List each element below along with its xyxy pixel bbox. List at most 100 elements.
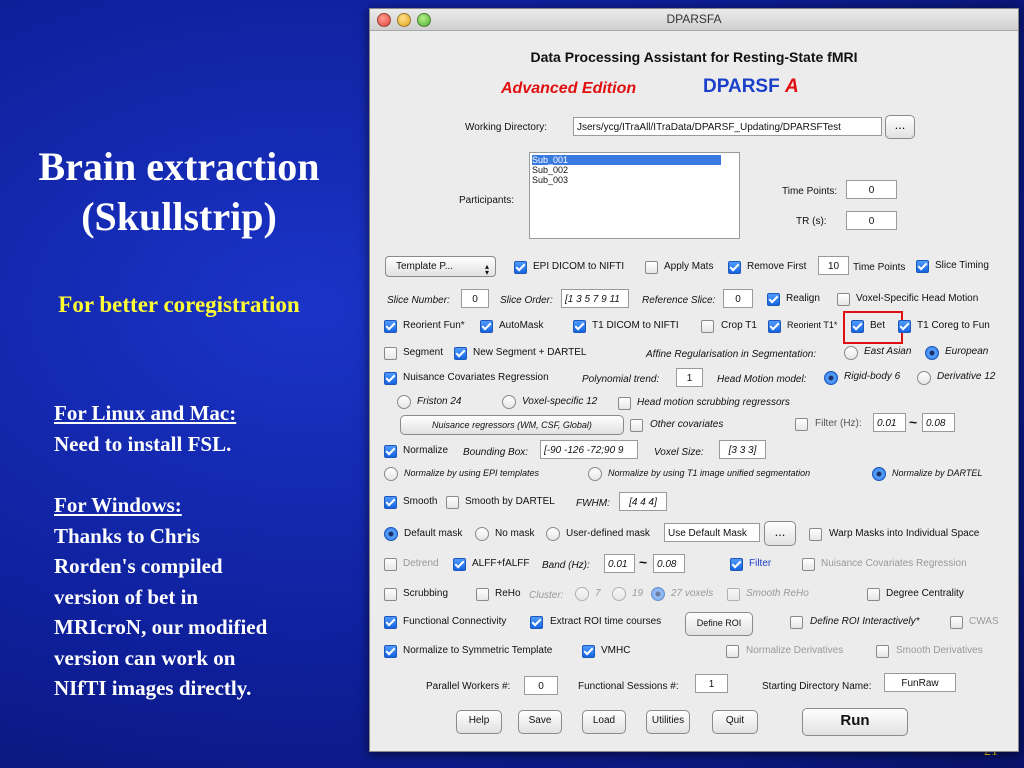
t1-dicom-checkbox[interactable] <box>573 320 586 333</box>
fwhm-field[interactable]: [4 4 4] <box>619 492 667 511</box>
extract-roi-checkbox[interactable] <box>530 616 543 629</box>
list-item[interactable]: Sub_003 <box>532 175 568 185</box>
vmhc-checkbox[interactable] <box>582 645 595 658</box>
norm-dartel-label: Normalize by DARTEL <box>892 468 983 478</box>
nuisance-regressors-button[interactable]: Nuisance regressors (WM, CSF, Global) <box>400 415 624 435</box>
slice-number-field[interactable]: 0 <box>461 289 489 308</box>
friston24-radio[interactable] <box>397 395 411 409</box>
new-segment-checkbox[interactable] <box>454 347 467 360</box>
norm-epi-label: Normalize by using EPI templates <box>404 468 540 478</box>
smooth-derivatives-checkbox[interactable] <box>876 645 889 658</box>
band-low-field[interactable]: 0.01 <box>604 554 635 573</box>
quit-button[interactable]: Quit <box>712 710 758 734</box>
smooth-reho-checkbox[interactable] <box>727 588 740 601</box>
default-mask-radio[interactable] <box>384 527 398 541</box>
functional-connectivity-checkbox[interactable] <box>384 616 397 629</box>
remove-first-label: Remove First <box>747 261 807 272</box>
other-covariates-checkbox[interactable] <box>630 419 643 432</box>
crop-t1-checkbox[interactable] <box>701 320 714 333</box>
apply-mats-checkbox[interactable] <box>645 261 658 274</box>
scrubbing-checkbox[interactable] <box>384 588 397 601</box>
segment-checkbox[interactable] <box>384 347 397 360</box>
define-roi-interactive-checkbox[interactable] <box>790 616 803 629</box>
cluster19-radio[interactable] <box>612 587 626 601</box>
filter-label: Filter (Hz): <box>815 418 862 429</box>
poly-trend-field[interactable]: 1 <box>676 368 703 387</box>
realign-checkbox[interactable] <box>767 293 780 306</box>
slice-timing-checkbox[interactable] <box>916 260 929 273</box>
run-button[interactable]: Run <box>802 708 908 736</box>
time-points-field[interactable]: 0 <box>846 180 897 199</box>
east-asian-radio[interactable] <box>844 346 858 360</box>
alff-checkbox[interactable] <box>453 558 466 571</box>
automask-label: AutoMask <box>499 320 544 331</box>
participants-list[interactable]: Sub_001 Sub_002 Sub_003 <box>529 152 740 239</box>
reorient-fun-checkbox[interactable] <box>384 320 397 333</box>
european-radio[interactable] <box>925 346 939 360</box>
warp-masks-checkbox[interactable] <box>809 528 822 541</box>
define-roi-button[interactable]: Define ROI <box>685 612 753 636</box>
functional-sessions-field[interactable]: 1 <box>695 674 728 693</box>
tr-field[interactable]: 0 <box>846 211 897 230</box>
bet-checkbox[interactable] <box>851 320 864 333</box>
voxel-specific12-radio[interactable] <box>502 395 516 409</box>
list-item[interactable]: Sub_002 <box>532 165 568 175</box>
cwas-checkbox[interactable] <box>950 616 963 629</box>
no-mask-radio[interactable] <box>475 527 489 541</box>
slide-title-line1: Brain extraction <box>38 144 320 189</box>
user-mask-radio[interactable] <box>546 527 560 541</box>
degree-centrality-checkbox[interactable] <box>867 588 880 601</box>
voxel-size-field[interactable]: [3 3 3] <box>719 440 766 459</box>
nuisance-cov-checkbox[interactable] <box>384 372 397 385</box>
norm-t1-radio[interactable] <box>588 467 602 481</box>
working-dir-field[interactable]: Jsers/ycg/ITraAll/ITraData/DPARSF_Updati… <box>573 117 882 136</box>
starting-dir-field[interactable]: FunRaw <box>884 673 956 692</box>
slice-order-field[interactable]: [1 3 5 7 9 11 <box>561 289 629 308</box>
cluster27-radio[interactable] <box>651 587 665 601</box>
parallel-workers-field[interactable]: 0 <box>524 676 558 695</box>
list-item[interactable]: Sub_001 <box>532 155 721 165</box>
normalize-symmetric-checkbox[interactable] <box>384 645 397 658</box>
filter-nuisance-checkbox[interactable] <box>795 418 808 431</box>
friston24-label: Friston 24 <box>417 396 462 407</box>
nuisance-cov2-label: Nuisance Covariates Regression <box>821 558 967 569</box>
utilities-button[interactable]: Utilities <box>646 710 690 734</box>
save-button[interactable]: Save <box>518 710 562 734</box>
use-default-mask-field[interactable]: Use Default Mask <box>664 523 760 542</box>
reho-checkbox[interactable] <box>476 588 489 601</box>
epi-dicom-checkbox[interactable] <box>514 261 527 274</box>
load-button[interactable]: Load <box>582 710 626 734</box>
band-high-field[interactable]: 0.08 <box>653 554 685 573</box>
nuisance-cov2-checkbox[interactable] <box>802 558 815 571</box>
rigid-body-radio[interactable] <box>824 371 838 385</box>
smooth-checkbox[interactable] <box>384 496 397 509</box>
filter-high-field[interactable]: 0.08 <box>922 413 955 432</box>
poly-trend-label: Polynomial trend: <box>582 374 660 385</box>
normalize-label: Normalize <box>403 445 449 456</box>
bounding-box-field[interactable]: [-90 -126 -72;90 9 <box>540 440 638 459</box>
t1-coreg-checkbox[interactable] <box>898 320 911 333</box>
norm-epi-radio[interactable] <box>384 467 398 481</box>
detrend-checkbox[interactable] <box>384 558 397 571</box>
linux-block: For Linux and Mac: Need to install FSL. <box>54 398 236 459</box>
norm-dartel-radio[interactable] <box>872 467 886 481</box>
voxel-specific-head-motion-checkbox[interactable] <box>837 293 850 306</box>
automask-checkbox[interactable] <box>480 320 493 333</box>
working-dir-browse-button[interactable]: ... <box>885 115 915 139</box>
derivative12-radio[interactable] <box>917 371 931 385</box>
filter-low-field[interactable]: 0.01 <box>873 413 906 432</box>
filter-checkbox[interactable] <box>730 558 743 571</box>
remove-first-checkbox[interactable] <box>728 261 741 274</box>
participants-label: Participants: <box>459 195 515 206</box>
template-select[interactable]: Template P... ▴ ▾ <box>385 256 496 277</box>
cluster7-radio[interactable] <box>575 587 589 601</box>
remove-first-field[interactable]: 10 <box>818 256 849 275</box>
head-motion-scrub-checkbox[interactable] <box>618 397 631 410</box>
help-button[interactable]: Help <box>456 710 502 734</box>
reference-slice-field[interactable]: 0 <box>723 289 753 308</box>
normalize-checkbox[interactable] <box>384 445 397 458</box>
smooth-dartel-checkbox[interactable] <box>446 496 459 509</box>
reorient-t1-checkbox[interactable] <box>768 320 781 333</box>
normalize-derivatives-checkbox[interactable] <box>726 645 739 658</box>
mask-browse-button[interactable]: ... <box>764 521 796 546</box>
